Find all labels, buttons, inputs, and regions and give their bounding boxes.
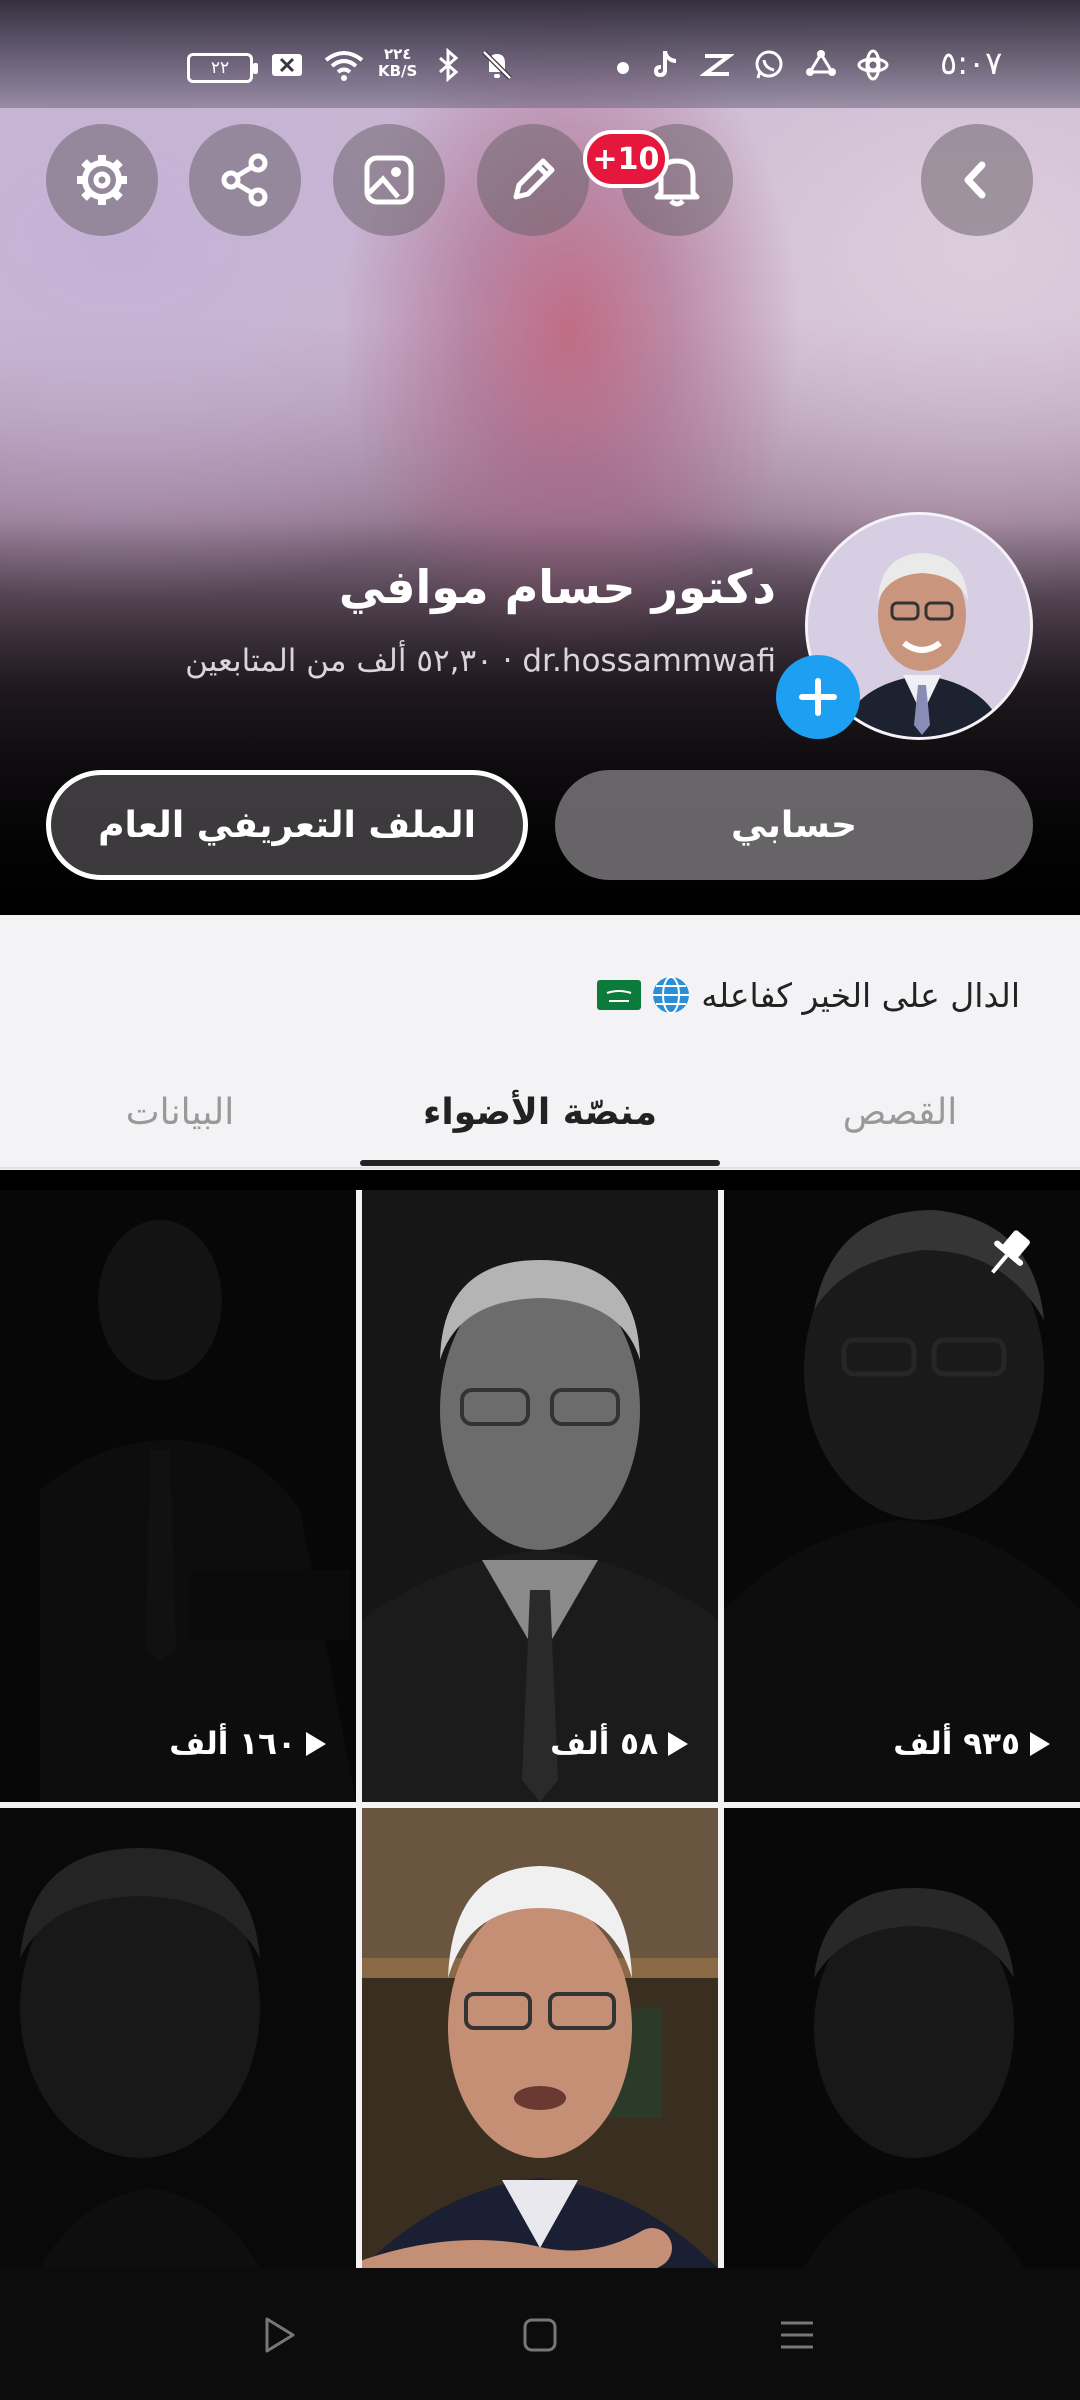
spotlight-tile[interactable]: ٥٨ ألف xyxy=(362,1190,718,1802)
chevron-left-icon xyxy=(964,161,986,199)
net-speed-unit: KB/S xyxy=(378,62,418,80)
meta-separator: · xyxy=(502,643,513,679)
play-icon xyxy=(668,1732,688,1756)
view-count: ٩٣٥ ألف xyxy=(893,1726,1050,1762)
recents-nav-button[interactable] xyxy=(770,2308,824,2362)
tabs-divider xyxy=(0,1167,1080,1169)
mute-bell-icon xyxy=(482,50,512,80)
battery-icon: ٢٢ xyxy=(187,53,258,83)
bio: الدال على الخير كفاعله xyxy=(597,975,1020,1015)
triangle-back-icon xyxy=(265,2317,295,2353)
bio-text: الدال على الخير كفاعله xyxy=(701,975,1020,1015)
active-tab-indicator xyxy=(360,1160,720,1166)
net-speed: ٢٢٤ KB/S xyxy=(378,46,417,80)
saudi-flag-icon xyxy=(597,980,642,1010)
view-count-label: ٩٣٥ ألف xyxy=(893,1726,1020,1762)
settings-app-icon xyxy=(857,49,889,81)
public-profile-button[interactable]: الملف التعريفي العام xyxy=(46,770,528,880)
profile-tabs: القصص منصّة الأضواء البيانات xyxy=(0,1055,1080,1170)
photo-button[interactable] xyxy=(333,124,445,236)
spotlight-tile[interactable]: ١٦٠ ألف xyxy=(0,1190,356,1802)
play-icon xyxy=(306,1732,326,1756)
tab-insights[interactable]: البيانات xyxy=(0,1055,360,1170)
bluetooth-icon xyxy=(439,48,459,82)
app-icon xyxy=(806,50,836,76)
view-count-label: ٥٨ ألف xyxy=(550,1726,658,1762)
dot-indicator xyxy=(617,62,629,74)
square-home-icon xyxy=(523,2318,557,2352)
tab-spotlight[interactable]: منصّة الأضواء xyxy=(360,1055,720,1170)
pencil-icon xyxy=(513,158,555,200)
view-count: ١٦٠ ألف xyxy=(169,1726,326,1762)
username: dr.hossammwafi xyxy=(522,643,776,679)
gear-icon xyxy=(77,155,127,205)
image-icon xyxy=(364,155,414,205)
my-account-button[interactable]: حسابي xyxy=(555,770,1033,880)
system-nav-bar xyxy=(0,2268,1080,2400)
spotlight-tile[interactable]: ٩٣٥ ألف xyxy=(724,1190,1080,1802)
share-button[interactable] xyxy=(189,124,301,236)
tab-stories[interactable]: القصص xyxy=(720,1055,1080,1170)
play-icon xyxy=(1030,1732,1050,1756)
edit-button[interactable] xyxy=(477,124,589,236)
status-time: ٥:٠٧ xyxy=(940,44,1003,82)
menu-lines-icon xyxy=(781,2321,813,2349)
wifi-icon xyxy=(324,51,364,81)
add-story-button[interactable] xyxy=(776,655,860,739)
back-button[interactable] xyxy=(921,124,1033,236)
view-count-label: ١٦٠ ألف xyxy=(169,1726,296,1762)
sim-x-icon xyxy=(272,54,302,76)
battery-level: ٢٢ xyxy=(210,58,230,78)
view-count: ٥٨ ألف xyxy=(550,1726,688,1762)
settings-button[interactable] xyxy=(46,124,158,236)
followers-count: ٥٢,٣٠ ألف من المتابعين xyxy=(185,643,493,679)
whatsapp-icon xyxy=(755,50,783,79)
spotlight-grid: ٩٣٥ ألف ٥٨ ألف ١٦٠ ألف xyxy=(0,1190,1080,2400)
status-bar: ٢٢ ٢٢٤ KB/S ٥:٠٧ xyxy=(0,0,1080,108)
profile-info: الدال على الخير كفاعله القصص منصّة الأضو… xyxy=(0,915,1080,1170)
profile-cover: ٢٢ ٢٢٤ KB/S ٥:٠٧ +10 دكتور حسام موافي ٥٢… xyxy=(0,0,1080,915)
profile-name: دكتور حسام موافي xyxy=(338,560,776,614)
tiktok-icon xyxy=(654,51,676,77)
back-nav-button[interactable] xyxy=(252,2308,306,2362)
video-thumbnail xyxy=(362,1190,718,1802)
net-speed-value: ٢٢٤ xyxy=(383,45,412,63)
capcut-icon xyxy=(700,54,734,76)
plus-icon xyxy=(799,678,837,716)
pin-icon xyxy=(991,1230,1030,1274)
notification-badge: +10 xyxy=(583,130,669,188)
tile-overlay xyxy=(0,1190,356,1802)
profile-meta: ٥٢,٣٠ ألف من المتابعين · dr.hossammwafi xyxy=(185,643,776,679)
home-nav-button[interactable] xyxy=(513,2308,567,2362)
share-icon xyxy=(221,153,268,207)
globe-icon xyxy=(653,976,690,1014)
